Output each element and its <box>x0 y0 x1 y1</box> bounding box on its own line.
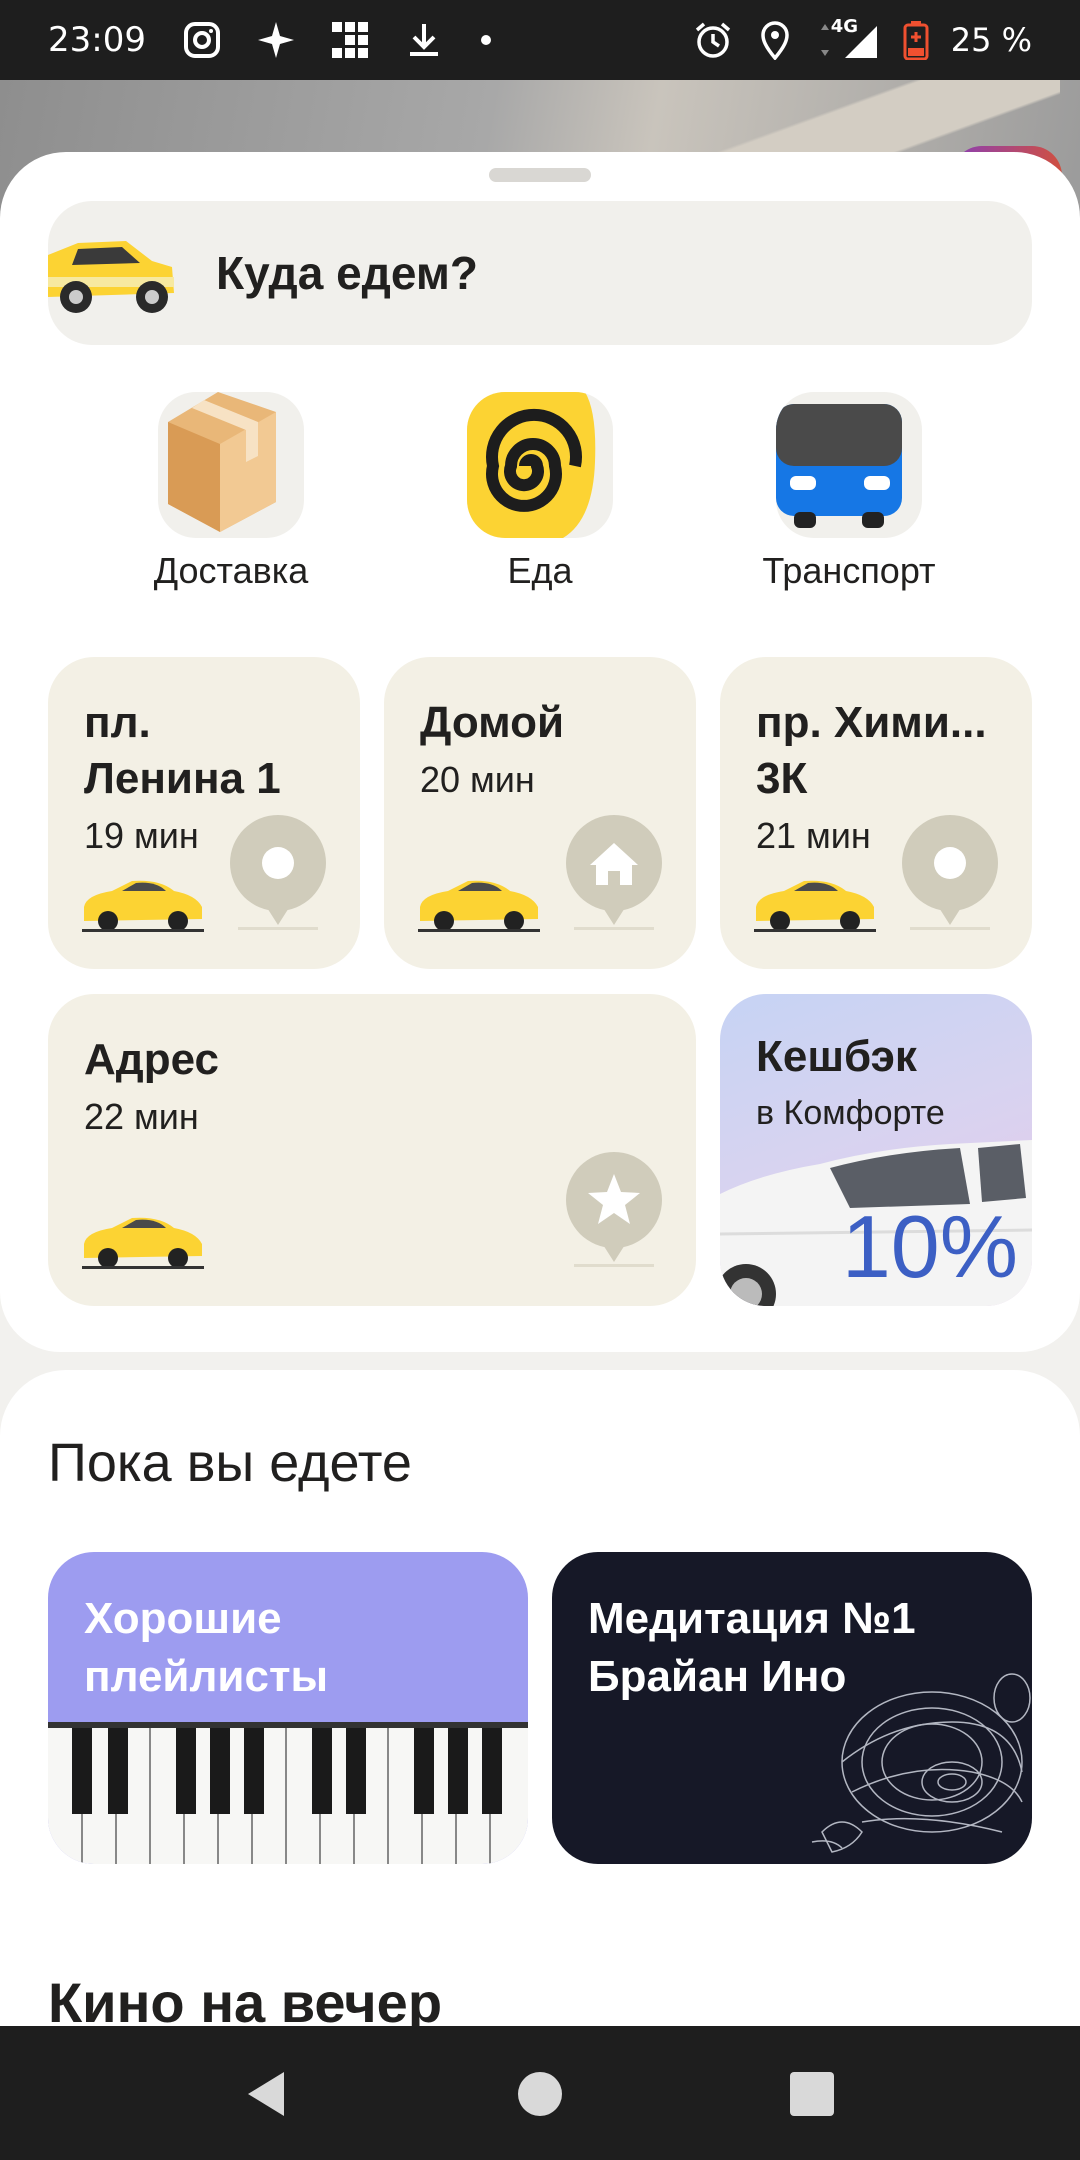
destination-eta: 19 мин <box>84 815 199 856</box>
recents-icon[interactable] <box>782 2064 842 2124</box>
alarm-icon <box>695 22 730 58</box>
bus-icon <box>776 392 922 538</box>
status-bar: 23:09 4G 25 % <box>0 0 1080 80</box>
destination-card-home[interactable]: Домой 20 мин <box>384 657 696 969</box>
taxi-car-icon <box>82 1217 204 1269</box>
service-label: Транспорт <box>762 550 936 591</box>
destination-eta: 21 мин <box>756 815 871 856</box>
piano-keys-image <box>48 1722 528 1864</box>
battery-percent: 25 % <box>950 21 1032 59</box>
sparkle-icon <box>257 22 294 58</box>
section-title-while-riding: Пока вы едете <box>48 1433 412 1493</box>
status-time: 23:09 <box>48 20 146 60</box>
cashback-subtitle: в Комфорте <box>756 1094 945 1132</box>
location-icon <box>760 21 789 60</box>
cashback-title: Кешбэк <box>756 1032 917 1081</box>
destination-title: пр. Хими... 3К <box>756 698 987 803</box>
sheet-drag-handle[interactable] <box>489 168 591 182</box>
destination-title: пл. Ленина 1 <box>84 698 281 803</box>
instagram-icon <box>183 22 220 58</box>
box-icon <box>158 392 304 538</box>
grid-icon <box>331 22 368 58</box>
wireframe-frog-image <box>811 1673 1031 1853</box>
main-sheet: Куда едем? Доставка Еда Транспорт пл. Лен… <box>0 152 1080 1352</box>
destination-card-lenina[interactable]: пл. Ленина 1 19 мин <box>48 657 360 969</box>
system-nav-bar <box>0 2026 1080 2160</box>
taxi-car-icon <box>754 880 876 932</box>
back-icon[interactable] <box>238 2064 298 2124</box>
destination-eta: 22 мин <box>84 1096 199 1137</box>
destination-eta: 20 мин <box>420 759 535 800</box>
destination-card-address[interactable]: Адрес 22 мин <box>48 994 696 1306</box>
destination-search[interactable]: Куда едем? <box>48 201 1032 345</box>
service-delivery[interactable]: Доставка <box>81 392 381 592</box>
cashback-value: 10% <box>841 1197 1018 1296</box>
search-placeholder: Куда едем? <box>216 247 478 299</box>
service-label: Доставка <box>153 550 309 591</box>
promo-card-playlists[interactable]: Хорошие плейлисты <box>48 1552 528 1864</box>
service-label: Еда <box>507 550 573 591</box>
taxi-car-icon <box>82 880 204 932</box>
destination-title: Адрес <box>84 1035 219 1084</box>
destination-title: Домой <box>420 698 565 747</box>
spiral-icon <box>467 392 613 538</box>
dot-icon <box>480 35 491 45</box>
battery-icon <box>903 21 929 60</box>
destination-card-khimikov[interactable]: пр. Хими... 3К 21 мин <box>720 657 1032 969</box>
pin-icon <box>230 815 326 930</box>
home-icon <box>566 815 662 930</box>
cashback-promo-card[interactable]: Кешбэк в Комфорте 10% <box>720 994 1032 1306</box>
signal-icon: 4G <box>817 16 881 60</box>
promo-title: Хорошие плейлисты <box>84 1594 329 1701</box>
star-icon <box>566 1152 662 1267</box>
service-transport[interactable]: Транспорт <box>699 392 999 592</box>
services-row: Доставка Еда Транспорт <box>0 392 1080 592</box>
taxi-car-icon <box>418 880 540 932</box>
pin-icon <box>902 815 998 930</box>
promo-card-meditation[interactable]: Медитация №1 Брайан Ино <box>552 1552 1032 1864</box>
taxi-car-icon <box>48 241 174 313</box>
download-icon <box>409 24 438 56</box>
service-food[interactable]: Еда <box>390 392 690 592</box>
home-button-icon[interactable] <box>510 2064 570 2124</box>
